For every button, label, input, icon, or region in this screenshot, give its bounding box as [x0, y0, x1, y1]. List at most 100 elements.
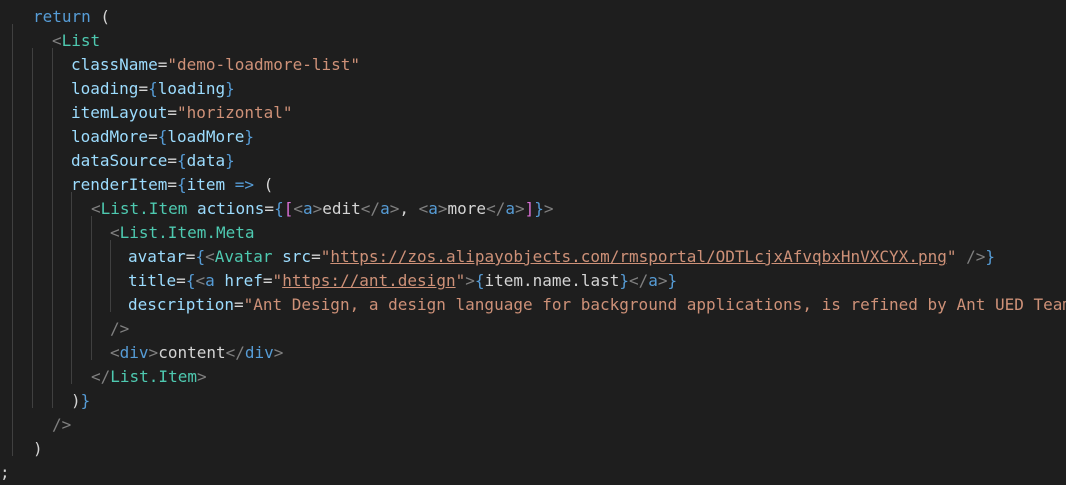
- code-token: "Ant Design, a design language for backg…: [243, 295, 1066, 314]
- code-line: loading={loading}: [71, 77, 1066, 101]
- code-token: =: [264, 199, 275, 218]
- indent-guide: [110, 240, 111, 312]
- code-token: =: [157, 55, 168, 74]
- code-line: return (: [33, 5, 1066, 29]
- code-token: loading: [157, 79, 226, 98]
- code-token: className: [71, 55, 158, 74]
- code-token: a: [428, 199, 438, 218]
- code-token: a: [648, 271, 658, 290]
- code-token: =: [233, 295, 244, 314]
- indent-guide: [32, 48, 33, 408]
- code-token: List: [61, 31, 101, 50]
- code-token: "demo-loadmore-list": [167, 55, 360, 74]
- code-editor[interactable]: return (<List className="demo-loadmore-li…: [0, 0, 1066, 482]
- code-line: itemLayout="horizontal": [71, 101, 1066, 125]
- code-line: />: [110, 317, 1066, 341]
- code-token: }: [225, 79, 235, 98]
- code-line: avatar={<Avatar src="https://zos.alipayo…: [128, 245, 1066, 269]
- code-token: =: [148, 127, 158, 146]
- code-line: ): [33, 437, 1066, 461]
- code-token: />: [52, 415, 72, 434]
- code-token: }: [225, 151, 235, 170]
- code-line: renderItem={item => (: [71, 173, 1066, 197]
- code-token: loading: [71, 79, 139, 98]
- code-token: <: [205, 247, 215, 266]
- code-token: ": [455, 271, 466, 290]
- code-token: ;: [0, 463, 10, 482]
- code-token: (: [90, 7, 111, 26]
- code-token: return: [33, 7, 91, 26]
- indent-guide: [12, 24, 13, 456]
- code-token: =: [167, 175, 177, 194]
- code-token: ): [71, 391, 81, 410]
- code-token: [: [283, 199, 294, 218]
- code-token: </: [629, 271, 649, 290]
- code-token: List.Item.Meta: [119, 223, 255, 242]
- code-line: <List.Item actions={[<a>edit</a>, <a>mor…: [91, 197, 1066, 221]
- code-token: <: [91, 199, 101, 218]
- code-token: a: [380, 199, 390, 218]
- code-token: itemLayout: [71, 103, 168, 122]
- code-token: <: [110, 343, 120, 362]
- code-token: List.Item: [100, 199, 188, 218]
- code-line: description="Ant Design, a design langua…: [128, 293, 1066, 317]
- code-token: =: [138, 79, 149, 98]
- code-token: {: [274, 199, 284, 218]
- code-token: <: [52, 31, 62, 50]
- code-token: div: [244, 343, 274, 362]
- code-token: =: [311, 247, 321, 266]
- code-token: {: [157, 127, 168, 146]
- code-token: >: [196, 367, 207, 386]
- code-token: }: [534, 199, 544, 218]
- code-line: dataSource={data}: [71, 149, 1066, 173]
- code-line: loadMore={loadMore}: [71, 125, 1066, 149]
- code-token: =: [262, 271, 273, 290]
- code-token: {: [185, 271, 196, 290]
- indent-guide: [71, 192, 72, 384]
- code-line: ;: [0, 461, 1066, 485]
- code-token: >: [543, 199, 554, 218]
- code-token: <: [293, 199, 303, 218]
- code-token: "horizontal": [176, 103, 293, 122]
- code-token: </: [486, 199, 506, 218]
- code-token: content: [158, 343, 226, 362]
- code-token: =: [167, 103, 177, 122]
- code-token: </: [360, 199, 381, 218]
- code-line: <List: [52, 29, 1066, 53]
- code-token: a: [205, 271, 215, 290]
- code-token: Avatar: [214, 247, 273, 266]
- code-token: }: [244, 127, 255, 146]
- code-token: </: [91, 367, 111, 386]
- code-token: ": [320, 247, 331, 266]
- code-token: >: [657, 271, 668, 290]
- code-token: ): [33, 439, 43, 458]
- code-token: >: [389, 199, 400, 218]
- code-token: =: [167, 151, 177, 170]
- code-line: <div>content</div>: [110, 341, 1066, 365]
- code-line: )}: [71, 389, 1066, 413]
- code-token: div: [119, 343, 149, 362]
- code-token: renderItem: [71, 175, 168, 194]
- code-token: >: [312, 199, 323, 218]
- code-token: />: [110, 319, 130, 338]
- code-token: <: [110, 223, 120, 242]
- code-token: }: [985, 247, 996, 266]
- code-token: =: [176, 271, 186, 290]
- code-token: description: [128, 295, 234, 314]
- code-token: {: [148, 79, 158, 98]
- code-token: ": [272, 271, 283, 290]
- code-token: item.name.last: [484, 271, 620, 290]
- code-token: loadMore: [167, 127, 245, 146]
- code-token: ,: [399, 199, 419, 218]
- code-token: href: [224, 271, 263, 290]
- code-token: </: [225, 343, 245, 362]
- code-token: >: [514, 199, 525, 218]
- code-token: }: [667, 271, 678, 290]
- code-token: more: [447, 199, 487, 218]
- code-token: }: [80, 391, 91, 410]
- code-token: >: [437, 199, 448, 218]
